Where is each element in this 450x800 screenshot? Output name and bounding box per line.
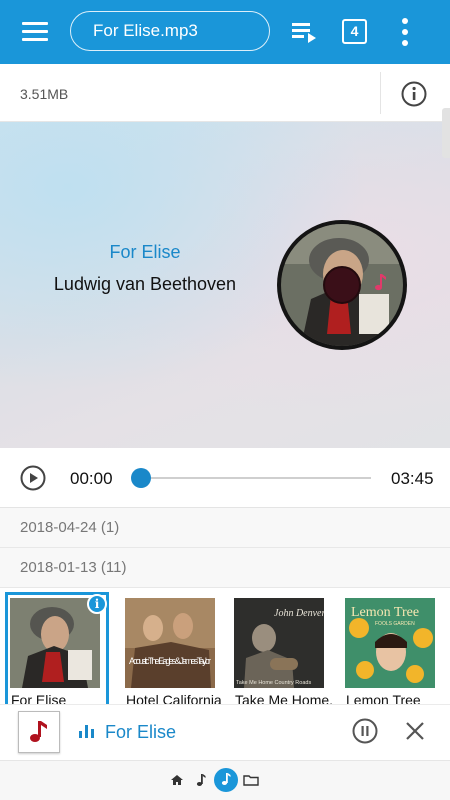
file-info-row: 3.51MB <box>0 64 450 122</box>
album-cover: Lemon Tree FOOLS GARDEN <box>345 598 435 688</box>
album-cover: John Denver Take Me Home Country Roads <box>234 598 324 688</box>
hamburger-menu-icon[interactable] <box>18 18 52 46</box>
album-strip: i For Elise Acoustic The Eagles & James … <box>0 588 450 704</box>
mini-album-art[interactable] <box>18 711 60 753</box>
mini-player[interactable]: For Elise <box>0 704 450 760</box>
history-group-label: 2018-04-24 (1) <box>20 519 120 536</box>
album-title: Hotel California <box>126 692 222 704</box>
history-group[interactable]: 2018-04-24 (1) <box>0 508 450 548</box>
album-title: Take Me Home, Country Roads <box>235 692 333 704</box>
album-item-take-me-home[interactable]: John Denver Take Me Home Country Roads T… <box>229 592 333 704</box>
seek-thumb[interactable] <box>131 468 151 488</box>
album-cover-subtext: FOOLS GARDEN <box>375 621 415 627</box>
mini-player-title[interactable]: For Elise <box>105 722 176 743</box>
artist-name: Ludwig van Beethoven <box>53 274 237 294</box>
album-cover-text: John Denver <box>274 608 324 619</box>
vinyl-label <box>323 266 361 304</box>
home-icon[interactable] <box>168 771 186 789</box>
album-cover-subtext: Take Me Home Country Roads <box>236 680 311 686</box>
player-controls: 00:00 03:45 <box>0 448 450 508</box>
song-title: For Elise <box>109 242 181 262</box>
album-title: For Elise <box>11 692 67 704</box>
music-note-icon <box>375 274 386 291</box>
seek-bar[interactable] <box>131 468 371 488</box>
file-title[interactable]: For Elise.mp3 <box>70 11 270 51</box>
album-cover: Acoustic The Eagles & James Taylor <box>125 598 215 688</box>
info-icon[interactable] <box>400 80 428 108</box>
bottom-nav <box>0 760 450 800</box>
queue-count-badge[interactable]: 4 <box>342 19 367 44</box>
more-vert-icon[interactable] <box>392 15 418 49</box>
folder-icon[interactable] <box>242 771 260 789</box>
now-playing-panel: For Elise Ludwig van Beethoven <box>0 122 450 448</box>
music-note-icon[interactable] <box>192 771 210 789</box>
history-group-label: 2018-01-13 (11) <box>20 559 127 576</box>
album-item-for-elise[interactable]: i For Elise <box>5 592 109 704</box>
total-time: 03:45 <box>391 469 434 488</box>
album-cover-text: Acoustic The Eagles & James Taylor <box>129 656 211 666</box>
history-group[interactable]: 2018-01-13 (11) <box>0 548 450 588</box>
playlist-queue-icon[interactable] <box>290 17 320 47</box>
album-cover <box>10 598 100 688</box>
app-bar: For Elise.mp3 4 <box>0 0 450 64</box>
album-item-lemon-tree[interactable]: Lemon Tree FOOLS GARDEN Lemon Tree <box>340 592 444 704</box>
pause-icon[interactable] <box>352 718 378 744</box>
info-icon[interactable]: i <box>87 594 107 614</box>
file-size: 3.51MB <box>20 86 69 102</box>
divider <box>380 72 381 114</box>
music-note-active-icon[interactable] <box>214 768 238 792</box>
scroll-handle[interactable] <box>442 108 450 158</box>
album-item-hotel-california[interactable]: Acoustic The Eagles & James Taylor Hotel… <box>120 592 224 704</box>
current-time: 00:00 <box>70 469 113 488</box>
play-icon[interactable] <box>20 465 46 491</box>
album-title: Lemon Tree <box>346 692 421 704</box>
vinyl-disc[interactable] <box>277 220 407 350</box>
album-cover-text: Lemon Tree <box>351 605 419 620</box>
equalizer-icon <box>78 722 96 738</box>
close-icon[interactable] <box>404 720 426 742</box>
